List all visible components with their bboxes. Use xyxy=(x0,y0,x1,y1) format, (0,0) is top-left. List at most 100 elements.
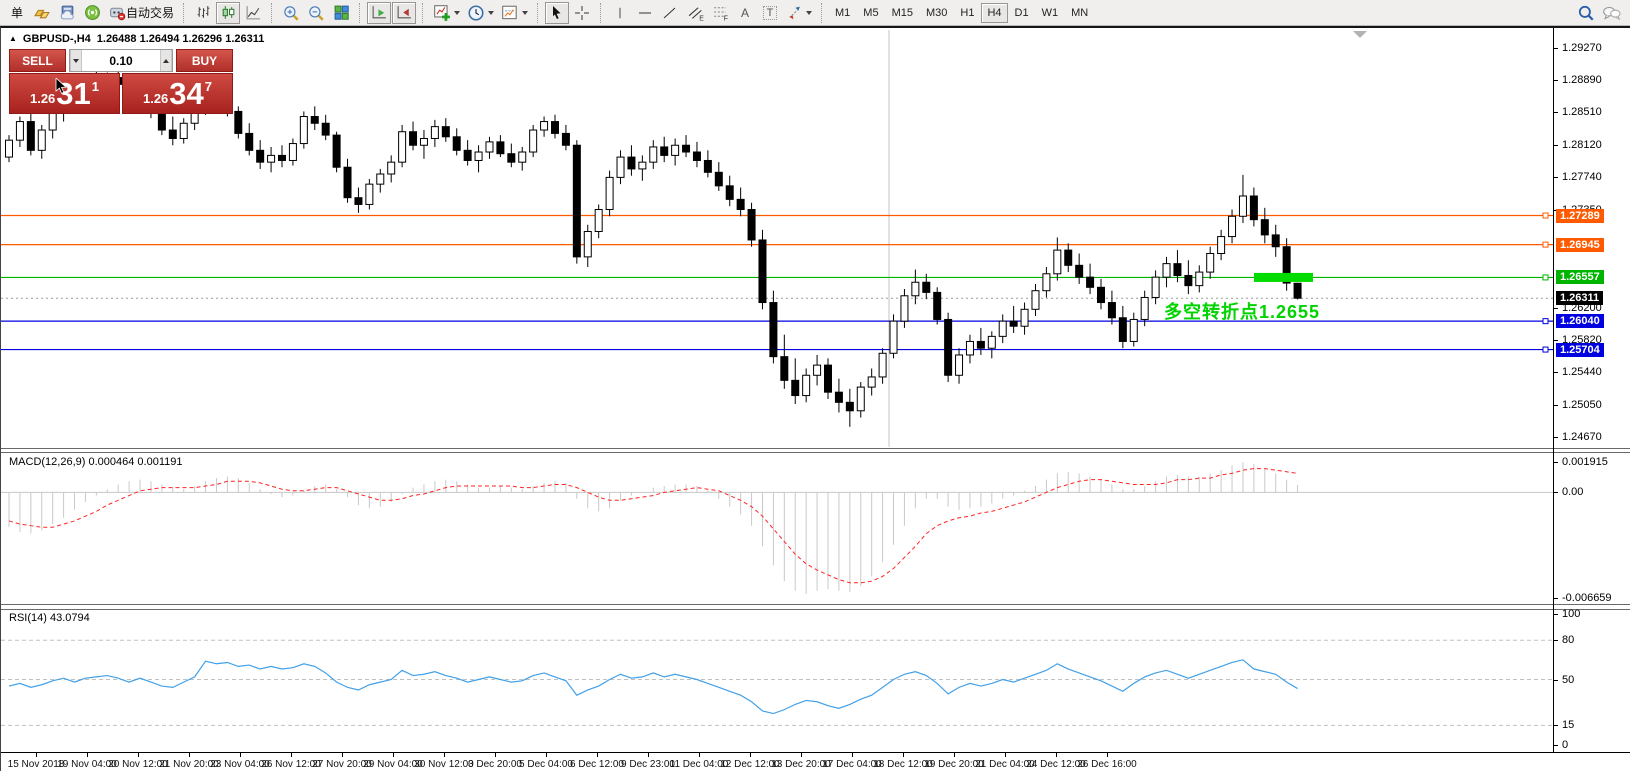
sell-price-pip: 1 xyxy=(92,79,99,94)
toolbar-separator xyxy=(359,3,361,23)
tab-timeframe-M1[interactable]: M1 xyxy=(829,3,856,23)
hline-handle[interactable] xyxy=(1543,213,1548,218)
candlestick-chart-icon xyxy=(220,4,237,21)
time-tick-mark xyxy=(852,753,853,757)
line-chart-button[interactable] xyxy=(241,2,265,24)
rsi-indicator-label: RSI(14) 43.0794 xyxy=(9,612,90,624)
time-tick-mark xyxy=(903,753,904,757)
axis-tick-mark xyxy=(1553,112,1558,113)
buy-price-button[interactable]: 1.26 34 7 xyxy=(122,73,233,114)
chat-button[interactable] xyxy=(1599,2,1625,24)
axis-tick-mark xyxy=(1553,492,1558,493)
bar-chart-button[interactable] xyxy=(191,2,215,24)
candlestick-chart-button[interactable] xyxy=(216,2,240,24)
time-tick-mark xyxy=(138,753,139,757)
axis-tick-mark xyxy=(1553,745,1558,746)
panel-separator[interactable] xyxy=(1,452,1630,453)
new-order-label: 单 xyxy=(11,4,23,21)
price-tick-label: 1.28890 xyxy=(1562,74,1602,86)
trendline-tool-button[interactable] xyxy=(658,2,682,24)
macd-tick-label: 0.00 xyxy=(1562,486,1583,498)
time-tick-mark xyxy=(495,753,496,757)
zoom-in-button[interactable] xyxy=(279,2,303,24)
axis-tick-mark xyxy=(1553,145,1558,146)
fibonacci-tool-button[interactable]: F xyxy=(708,2,732,24)
tab-timeframe-D1[interactable]: D1 xyxy=(1009,3,1035,23)
panel-separator[interactable] xyxy=(1,609,1630,610)
hline-handle[interactable] xyxy=(1543,347,1548,352)
price-axis[interactable]: 1.292701.288901.285101.281201.277401.273… xyxy=(1553,28,1630,752)
collapse-panel-icon[interactable]: ▲ xyxy=(9,35,17,43)
fibonacci-icon: F xyxy=(712,4,729,21)
text-label-tool-button[interactable]: T xyxy=(758,2,782,24)
panel-separator[interactable] xyxy=(1,448,1630,449)
chart-annotation-text[interactable]: 多空转折点1.2655 xyxy=(1164,298,1320,324)
tab-timeframe-H1[interactable]: H1 xyxy=(954,3,980,23)
periods-button[interactable] xyxy=(464,2,497,24)
time-tick-mark xyxy=(342,753,343,757)
terminal-cloud-button[interactable] xyxy=(55,2,79,24)
buy-price-pip: 7 xyxy=(205,79,212,94)
templates-button[interactable] xyxy=(498,2,531,24)
tab-timeframe-M30[interactable]: M30 xyxy=(920,3,953,23)
indicators-button[interactable] xyxy=(430,2,463,24)
tile-windows-button[interactable] xyxy=(329,2,353,24)
chart-shift-marker[interactable] xyxy=(1353,31,1367,38)
autotrading-button[interactable]: 自动交易 xyxy=(105,2,177,24)
text-tool-icon: A xyxy=(741,6,749,20)
auto-scroll-button[interactable] xyxy=(367,2,391,24)
axis-tick-mark xyxy=(1553,680,1558,681)
cursor-button[interactable] xyxy=(545,2,569,24)
signals-button[interactable] xyxy=(80,2,104,24)
highlight-level-bar[interactable] xyxy=(1254,273,1313,282)
buy-price-big: 34 xyxy=(169,78,203,109)
timeframe-bar: M1M5M15M30H1H4D1W1MN xyxy=(826,3,1097,23)
volume-increase-button[interactable] xyxy=(160,50,172,71)
toolbar-group-cursor xyxy=(542,2,597,24)
one-click-trading-panel: SELL BUY 1.26 31 1 1.26 34 7 xyxy=(9,49,233,114)
gold-bars-button[interactable] xyxy=(30,2,54,24)
volume-decrease-button[interactable] xyxy=(70,50,82,71)
chart-shift-button[interactable] xyxy=(392,2,416,24)
chart-window: ▲ GBPUSD-,H4 1.26488 1.26494 1.26296 1.2… xyxy=(0,26,1630,771)
crosshair-button[interactable] xyxy=(570,2,594,24)
time-tick-mark xyxy=(648,753,649,757)
toolbar-group-lines: E F A T xyxy=(605,2,818,24)
time-axis-label: 6 Dec 12:00 xyxy=(570,759,624,770)
search-button[interactable] xyxy=(1574,2,1598,24)
new-order-button[interactable]: 单 xyxy=(5,2,29,24)
hline-handle[interactable] xyxy=(1543,242,1548,247)
axis-tick-mark xyxy=(1553,725,1558,726)
time-axis[interactable]: 15 Nov 201819 Nov 04:0020 Nov 12:0021 No… xyxy=(1,753,1553,771)
axis-tick-mark xyxy=(1553,462,1558,463)
buy-button[interactable]: BUY xyxy=(176,49,233,72)
hline-handle[interactable] xyxy=(1543,275,1548,280)
tab-timeframe-M15[interactable]: M15 xyxy=(886,3,919,23)
svg-text:E: E xyxy=(699,15,704,21)
line-chart-icon xyxy=(245,4,262,21)
tab-timeframe-MN[interactable]: MN xyxy=(1065,3,1094,23)
tab-timeframe-H4[interactable]: H4 xyxy=(981,3,1007,23)
chevron-up-icon xyxy=(163,59,169,63)
macd-histogram xyxy=(9,462,1298,594)
tab-timeframe-W1[interactable]: W1 xyxy=(1036,3,1065,23)
zoom-out-button[interactable] xyxy=(304,2,328,24)
buy-price-prefix: 1.26 xyxy=(143,91,168,106)
mt4-terminal: 单 自动交易 xyxy=(0,0,1630,771)
horizontal-line-tool-button[interactable] xyxy=(633,2,657,24)
tab-timeframe-M5[interactable]: M5 xyxy=(857,3,884,23)
vertical-line-tool-button[interactable] xyxy=(608,2,632,24)
volume-input[interactable] xyxy=(82,50,161,71)
hline-handle[interactable] xyxy=(1543,319,1548,324)
toolbar-separator xyxy=(600,3,602,23)
panel-separator[interactable] xyxy=(1,604,1630,605)
axis-tick-mark xyxy=(1553,405,1558,406)
text-tool-button[interactable]: A xyxy=(733,2,757,24)
channel-tool-button[interactable]: E xyxy=(683,2,707,24)
time-tick-mark xyxy=(699,753,700,757)
arrows-tool-button[interactable] xyxy=(783,2,815,24)
autotrading-robot-icon xyxy=(108,4,126,21)
time-tick-mark xyxy=(546,753,547,757)
chart-plot-area[interactable] xyxy=(1,28,1553,752)
sell-button[interactable]: SELL xyxy=(9,49,66,72)
